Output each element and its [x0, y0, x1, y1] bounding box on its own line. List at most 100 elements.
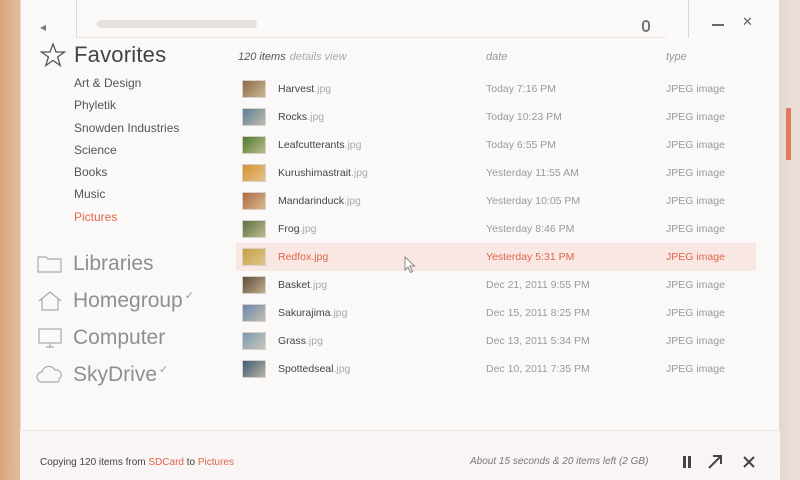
file-type: JPEG image — [666, 195, 725, 207]
file-date: Dec 21, 2011 9:55 PM — [486, 279, 590, 291]
file-row[interactable]: Frog.jpg Yesterday 8:46 PM JPEG image — [236, 215, 756, 243]
file-row[interactable]: Sakurajima.jpg Dec 15, 2011 8:25 PM JPEG i… — [236, 299, 756, 327]
file-type: JPEG image — [666, 167, 725, 179]
file-name: Kurushimastrait.jpg — [278, 167, 368, 179]
check-icon: ✓ — [184, 289, 194, 302]
favorites-list: Art & Design Phyletik Snowden Industries Sc… — [74, 75, 179, 231]
sidebar-item-favorite[interactable]: Phyletik — [74, 97, 179, 119]
sidebar-item-favorite[interactable]: Music — [74, 186, 179, 208]
file-type: JPEG image — [666, 279, 725, 291]
image-thumbnail-icon — [242, 248, 266, 266]
file-extension: .jpg — [306, 335, 323, 347]
file-row[interactable]: Grass.jpg Dec 13, 2011 5:34 PM JPEG image — [236, 327, 756, 355]
file-extension: .jpg — [344, 139, 362, 151]
file-type: JPEG image — [666, 307, 725, 319]
file-type: JPEG image — [666, 223, 725, 235]
image-thumbnail-icon — [242, 164, 266, 182]
file-extension: .jpg — [343, 195, 361, 207]
file-extension: .jpg — [307, 111, 325, 123]
file-date: Yesterday 10:05 PM — [486, 195, 581, 207]
view-mode-label[interactable]: details view — [290, 51, 347, 63]
expand-arrow-icon[interactable] — [706, 453, 724, 471]
microphone-icon[interactable] — [642, 20, 650, 32]
file-date: Today 6:55 PM — [486, 139, 557, 151]
file-basename: Frog — [278, 223, 300, 235]
sidebar-item-favorite[interactable]: Pictures — [74, 209, 179, 231]
monitor-icon — [36, 326, 64, 350]
file-extension: .jpg — [311, 251, 329, 263]
file-date: Yesterday 11:55 AM — [486, 167, 579, 179]
column-header-date[interactable]: date — [486, 51, 507, 63]
scroll-indicator[interactable] — [786, 108, 791, 160]
sidebar-item-computer[interactable]: Computer — [36, 326, 165, 350]
file-basename: Mandarinduck — [278, 195, 344, 207]
file-basename: Grass — [278, 335, 307, 347]
file-name: Spottedseal.jpg — [278, 363, 350, 375]
cloud-icon — [36, 363, 64, 387]
favorites-header[interactable]: Favorites — [40, 42, 166, 68]
file-date: Dec 10, 2011 7:35 PM — [486, 363, 590, 375]
image-thumbnail-icon — [242, 332, 266, 350]
file-name: Frog.jpg — [278, 223, 317, 235]
sidebar-item-favorite[interactable]: Snowden Industries — [74, 120, 179, 142]
close-icon[interactable] — [740, 453, 758, 471]
sidebar-item-favorite[interactable]: Art & Design — [74, 75, 179, 97]
home-icon — [36, 289, 64, 313]
image-thumbnail-icon — [242, 304, 266, 322]
file-extension: .jpg — [299, 223, 317, 235]
copy-progress-text: Copying 120 items from SDCard to Picture… — [40, 457, 234, 468]
file-date: Yesterday 5:31 PM — [486, 251, 575, 263]
file-row[interactable]: Rocks.jpg Today 10:23 PM JPEG image — [236, 103, 756, 131]
image-thumbnail-icon — [242, 136, 266, 154]
sidebar-item-libraries[interactable]: Libraries — [36, 252, 154, 276]
copy-prefix: Copying 120 items from — [40, 457, 146, 468]
top-toolbar: ◂ ✕ — [20, 0, 780, 44]
file-basename: Leafcutterants — [278, 139, 345, 151]
file-basename: Kurushimastrait — [278, 167, 351, 179]
file-type: JPEG image — [666, 335, 725, 347]
file-date: Today 7:16 PM — [486, 83, 557, 95]
file-row[interactable]: Basket.jpg Dec 21, 2011 9:55 PM JPEG image — [236, 271, 756, 299]
sidebar-location-label: Homegroup — [73, 289, 183, 312]
file-name: Leafcutterants.jpg — [278, 139, 361, 151]
close-window-icon[interactable]: ✕ — [742, 14, 753, 30]
sidebar-item-favorite[interactable]: Books — [74, 164, 179, 186]
image-thumbnail-icon — [242, 276, 266, 294]
file-type: JPEG image — [666, 111, 725, 123]
sidebar-item-favorite[interactable]: Science — [74, 142, 179, 164]
file-row[interactable]: Harvest.jpg Today 7:16 PM JPEG image — [236, 75, 756, 103]
file-basename: Spottedseal — [278, 363, 334, 375]
item-count-label: 120 items — [238, 51, 286, 63]
file-row[interactable]: Leafcutterants.jpg Today 6:55 PM JPEG imag… — [236, 131, 756, 159]
copy-status-bar: Copying 120 items from SDCard to Picture… — [20, 430, 780, 480]
file-date: Dec 13, 2011 5:34 PM — [486, 335, 590, 347]
file-list: Harvest.jpg Today 7:16 PM JPEG image Rocks.… — [236, 75, 756, 383]
file-extension: .jpg — [350, 167, 368, 179]
column-header-type[interactable]: type — [666, 51, 687, 63]
sidebar-item-homegroup[interactable]: Homegroup ✓ — [36, 289, 194, 313]
file-name: Basket.jpg — [278, 279, 327, 291]
file-type: JPEG image — [666, 251, 725, 263]
file-row[interactable]: Redfox.jpg Yesterday 5:31 PM JPEG image — [236, 243, 756, 271]
image-thumbnail-icon — [242, 108, 266, 126]
copy-destination-link[interactable]: Pictures — [198, 457, 234, 468]
file-row[interactable]: Mandarinduck.jpg Yesterday 10:05 PM JPEG i… — [236, 187, 756, 215]
file-extension: .jpg — [310, 279, 328, 291]
minimize-icon[interactable] — [712, 24, 724, 26]
file-type: JPEG image — [666, 83, 725, 95]
sidebar-location-label: Computer — [73, 326, 166, 349]
address-bar[interactable] — [76, 0, 666, 38]
image-thumbnail-icon — [242, 220, 266, 238]
favorites-title: Favorites — [74, 42, 167, 67]
file-date: Yesterday 8:46 PM — [486, 223, 575, 235]
copy-source-link[interactable]: SDCard — [148, 457, 184, 468]
file-row[interactable]: Spottedseal.jpg Dec 10, 2011 7:35 PM JPEG … — [236, 355, 756, 383]
file-name: Harvest.jpg — [278, 83, 331, 95]
file-row[interactable]: Kurushimastrait.jpg Yesterday 11:55 AM JPE… — [236, 159, 756, 187]
pause-icon[interactable] — [678, 453, 696, 471]
sidebar-item-skydrive[interactable]: SkyDrive ✓ — [36, 363, 168, 387]
copy-eta: About 15 seconds & 20 items left (2 GB) — [470, 456, 649, 467]
back-arrow-icon[interactable]: ◂ — [40, 20, 54, 34]
file-basename: Sakurajima — [278, 307, 331, 319]
file-date: Today 10:23 PM — [486, 111, 562, 123]
